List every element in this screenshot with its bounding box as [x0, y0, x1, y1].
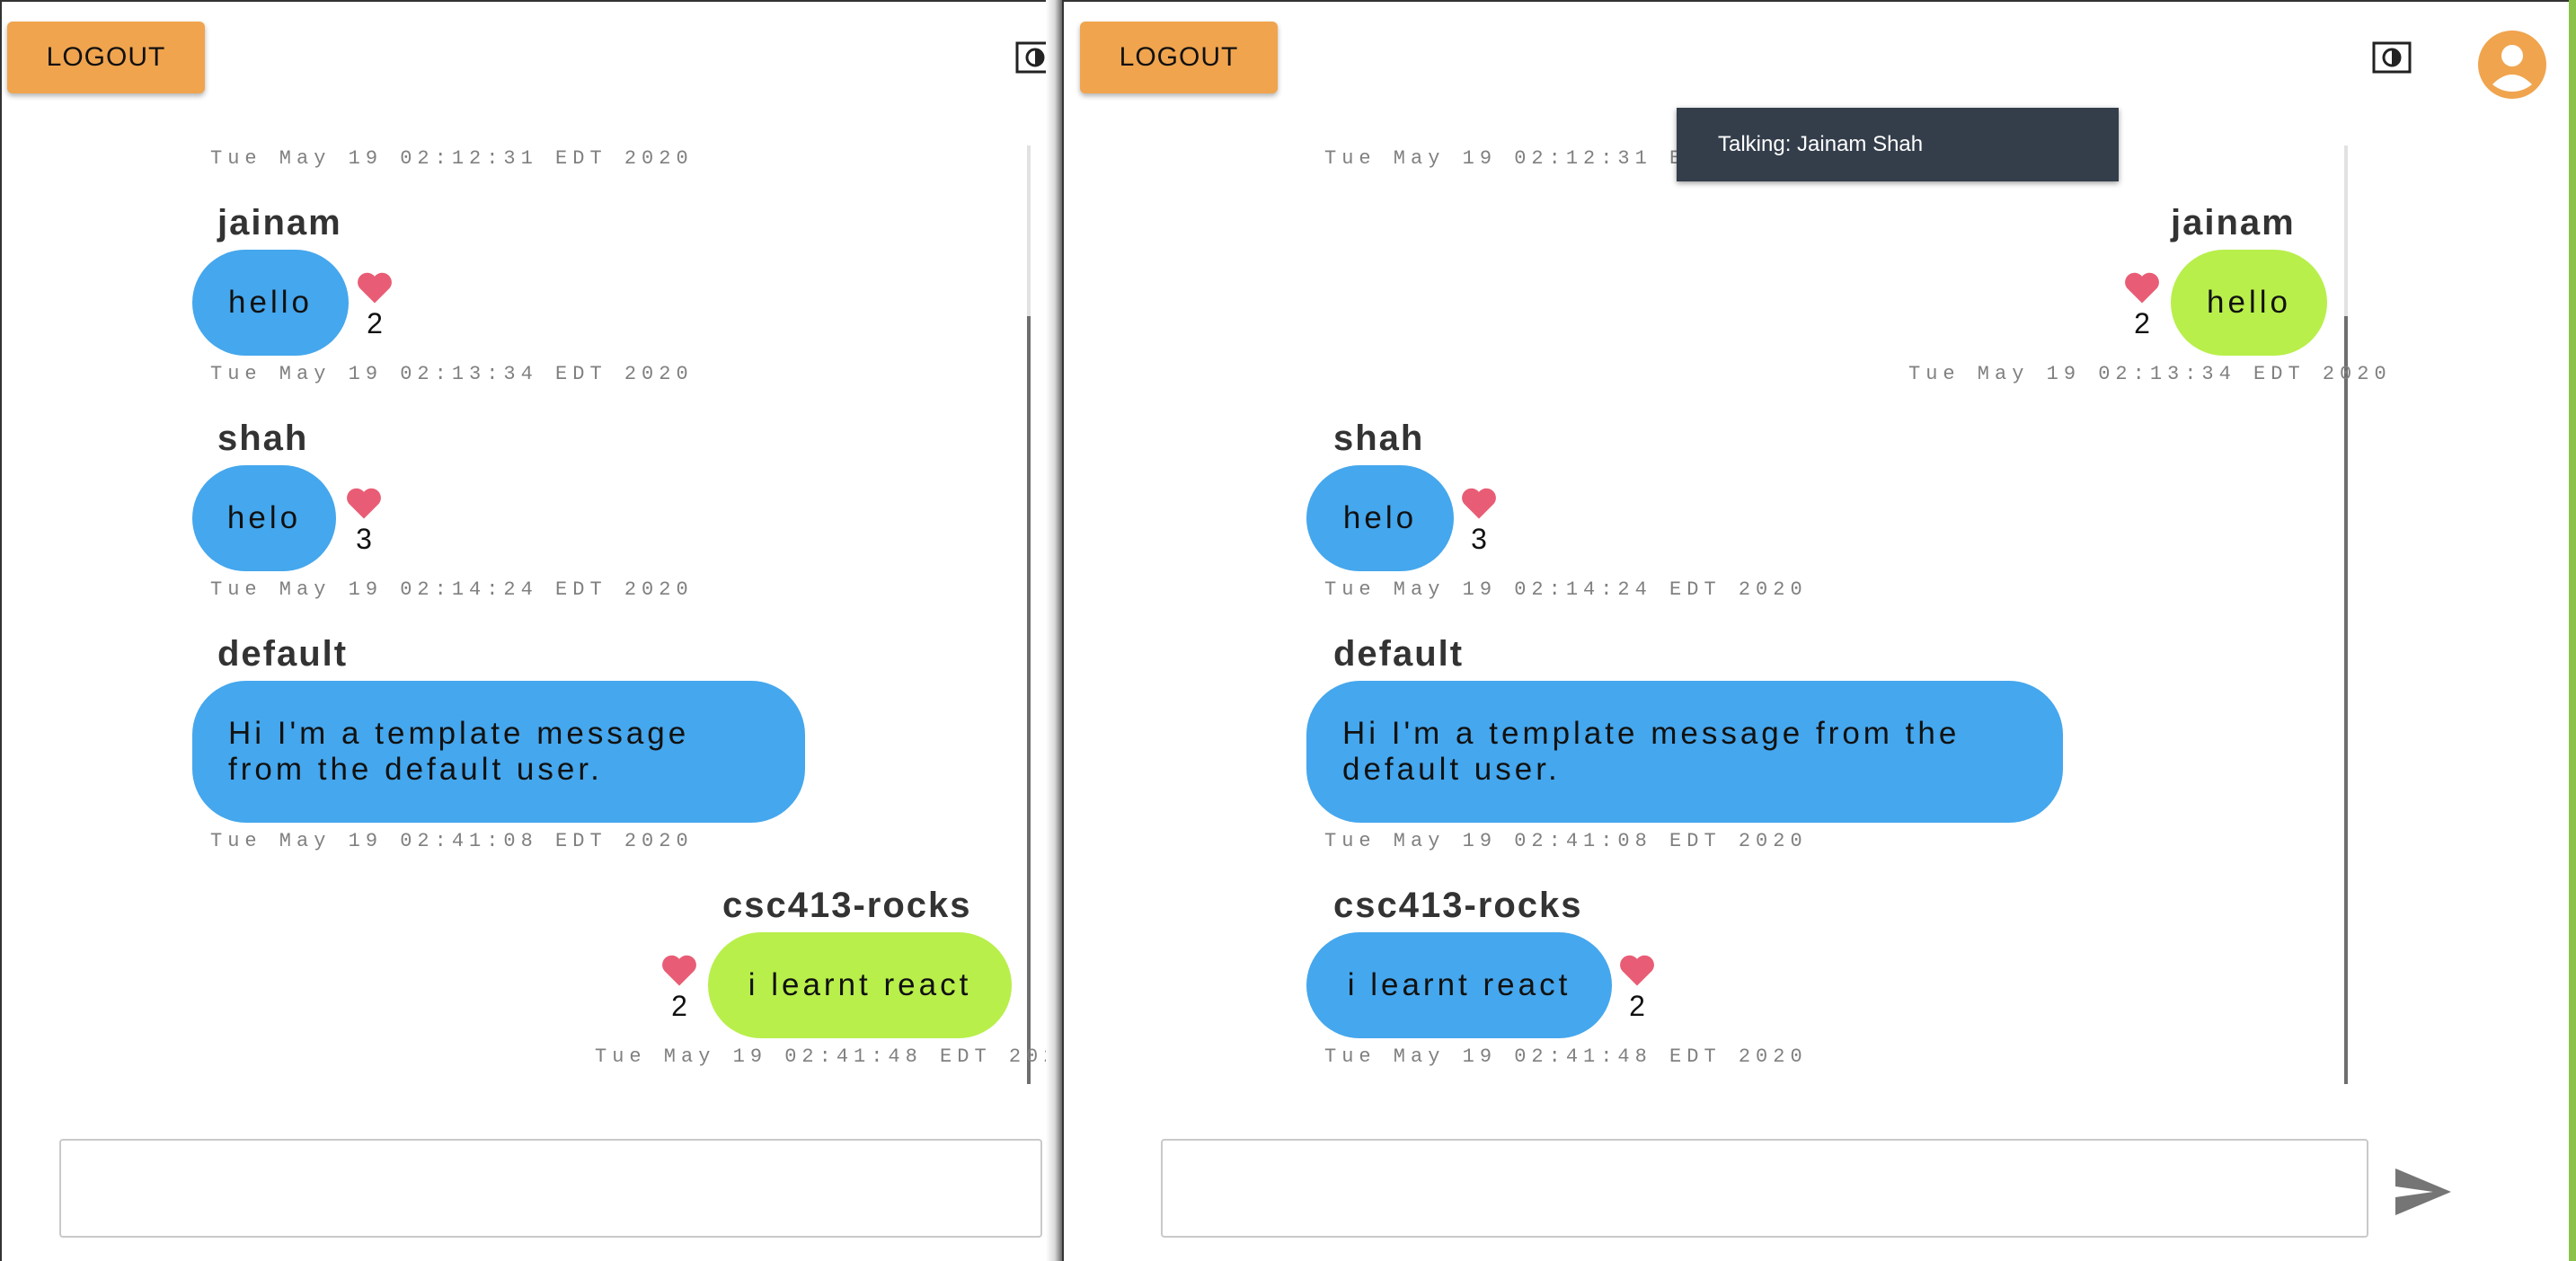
message-bubble[interactable]: helo — [192, 465, 336, 571]
message-bubble[interactable]: Hi I'm a template message from the defau… — [192, 681, 805, 823]
message-timestamp: Tue May 19 02:41:48 EDT 2020 — [1324, 1045, 1808, 1068]
message-timestamp: Tue May 19 02:14:24 EDT 2020 — [1324, 578, 1808, 601]
message-username: shah — [217, 419, 309, 458]
chat-window-left: LOGOUT Tue May 19 02:12:31 EDT 2020 jain… — [0, 0, 1058, 1261]
message-text-line: Hi I'm a template message — [228, 716, 690, 751]
scrollbar-thumb[interactable] — [2344, 316, 2348, 1084]
message-input[interactable] — [59, 1139, 1042, 1238]
message-timestamp: Tue May 19 02:13:34 EDT 2020 — [1908, 363, 2392, 385]
message-text-line: default user. — [1342, 752, 1561, 787]
scrollbar[interactable] — [2344, 146, 2348, 1084]
heart-icon[interactable] — [345, 485, 383, 521]
talking-tooltip: Talking: Jainam Shah — [1677, 108, 2119, 181]
message-bubble[interactable]: helo — [1306, 465, 1454, 571]
message-username: csc413-rocks — [1333, 886, 1583, 925]
like-count: 3 — [1471, 523, 1487, 555]
heart-icon[interactable] — [1618, 952, 1656, 988]
window-edge-accent — [2569, 0, 2576, 1261]
theme-toggle-icon[interactable] — [2372, 40, 2412, 75]
message-text-line: Hi I'm a template message from the — [1342, 716, 1961, 751]
heart-icon[interactable] — [660, 952, 698, 988]
message-bubble-own[interactable]: i learnt react — [708, 932, 1012, 1038]
heart-icon[interactable] — [356, 269, 394, 305]
message-text-line: from the default user. — [228, 752, 603, 787]
message-username: shah — [1333, 419, 1425, 458]
message-username: default — [217, 634, 349, 674]
logout-button[interactable]: LOGOUT — [1080, 22, 1278, 93]
message-bubble[interactable]: i learnt react — [1306, 932, 1612, 1038]
message-username: jainam — [217, 203, 342, 242]
like-count: 3 — [356, 523, 372, 555]
like-count: 2 — [2134, 307, 2150, 340]
message-bubble-own[interactable]: hello — [2171, 250, 2327, 356]
message-username: default — [1333, 634, 1465, 674]
heart-icon[interactable] — [2123, 269, 2161, 305]
chat-window-right: LOGOUT Tue May 19 02:12:31 EDT 20 jainam… — [1062, 0, 2576, 1261]
message-timestamp: Tue May 19 02:41:08 EDT 2020 — [210, 830, 694, 852]
message-bubble[interactable]: hello — [192, 250, 349, 356]
send-icon[interactable] — [2392, 1165, 2455, 1219]
message-username: csc413-rocks — [722, 886, 972, 925]
like-count: 2 — [1629, 990, 1645, 1022]
message-bubble[interactable]: Hi I'm a template message from the defau… — [1306, 681, 2063, 823]
heart-icon[interactable] — [1460, 485, 1498, 521]
message-timestamp: Tue May 19 02:41:48 EDT 2020 — [595, 1045, 1058, 1068]
message-username: jainam — [2171, 203, 2296, 242]
message-timestamp: Tue May 19 02:13:34 EDT 2020 — [210, 363, 694, 385]
logout-button[interactable]: LOGOUT — [7, 22, 205, 93]
message-input[interactable] — [1161, 1139, 2368, 1238]
like-count: 2 — [671, 990, 687, 1022]
scrollbar-thumb[interactable] — [1027, 316, 1031, 1084]
message-timestamp: Tue May 19 02:41:08 EDT 2020 — [1324, 830, 1808, 852]
window-divider — [1046, 0, 1062, 1261]
user-avatar-icon[interactable] — [2476, 29, 2548, 101]
like-count: 2 — [367, 307, 383, 340]
message-timestamp: Tue May 19 02:14:24 EDT 2020 — [210, 578, 694, 601]
scrollbar[interactable] — [1027, 146, 1031, 1084]
message-timestamp: Tue May 19 02:12:31 EDT 2020 — [210, 147, 694, 170]
